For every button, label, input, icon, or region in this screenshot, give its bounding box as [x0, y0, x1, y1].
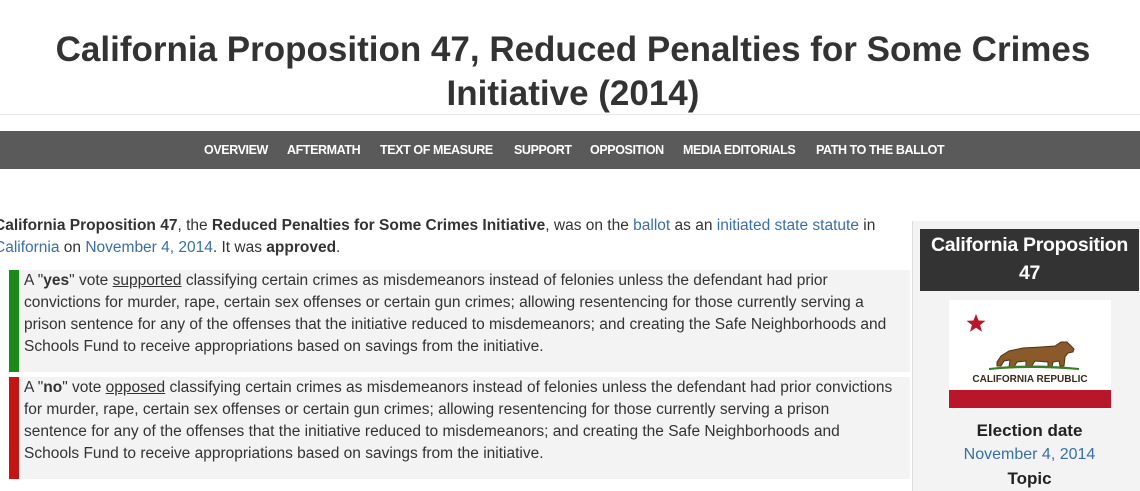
- intro-text: , was on the: [545, 217, 634, 234]
- title-divider: [0, 114, 1140, 115]
- nav-tab-aftermath[interactable]: AFTERMATH: [287, 131, 361, 169]
- measure-name: California Proposition 47: [0, 217, 178, 234]
- infobox-title: California Proposition 47: [920, 229, 1139, 291]
- initiated-state-statute-link[interactable]: initiated state statute: [717, 217, 859, 234]
- nav-tab-path-to-the-ballot[interactable]: PATH TO THE BALLOT: [816, 131, 945, 169]
- vote-text-fragment: A ": [24, 379, 44, 396]
- intro-paragraph: California Proposition 47, the Reduced P…: [0, 215, 914, 259]
- section-nav-bar: OVERVIEW AFTERMATH TEXT OF MEASURE SUPPO…: [0, 131, 1140, 169]
- intro-text: . It was: [212, 239, 267, 256]
- page-title: California Proposition 47, Reduced Penal…: [0, 28, 1140, 116]
- opposed-label: opposed: [105, 379, 166, 396]
- supported-label: supported: [112, 272, 182, 289]
- california-link[interactable]: California: [0, 239, 59, 256]
- nav-tab-overview[interactable]: OVERVIEW: [204, 131, 268, 169]
- vote-text-fragment: " vote: [62, 379, 106, 396]
- california-flag-image: CALIFORNIA REPUBLIC: [949, 300, 1111, 408]
- infobox: California Proposition 47 CALIFORNIA REP…: [912, 221, 1140, 491]
- nav-tab-opposition[interactable]: OPPOSITION: [590, 131, 664, 169]
- intro-text: in: [858, 217, 876, 234]
- initiative-name: Reduced Penalties for Some Crimes Initia…: [211, 217, 546, 234]
- yes-vote-color-bar: [9, 270, 19, 372]
- yes-vote-box: A "yes" vote supported classifying certa…: [9, 270, 910, 372]
- yes-vote-text: A "yes" vote supported classifying certa…: [24, 270, 896, 358]
- result-text: approved: [266, 239, 337, 256]
- vote-text-fragment: " vote: [69, 272, 113, 289]
- nav-tab-text-of-measure[interactable]: TEXT OF MEASURE: [380, 131, 493, 169]
- no-label: no: [43, 379, 63, 396]
- nav-tab-media-editorials[interactable]: MEDIA EDITORIALS: [683, 131, 796, 169]
- page-title-line-1: California Proposition 47, Reduced Penal…: [55, 30, 1091, 69]
- intro-text: on: [59, 239, 86, 256]
- intro-text: as an: [670, 217, 717, 234]
- yes-label: yes: [43, 272, 70, 289]
- no-vote-color-bar: [9, 377, 19, 479]
- intro-text: .: [336, 239, 341, 256]
- intro-text: , the: [177, 217, 212, 234]
- topic-label: Topic: [1007, 469, 1052, 488]
- no-vote-text: A "no" vote opposed classifying certain …: [24, 377, 896, 465]
- flag-text: CALIFORNIA REPUBLIC: [972, 374, 1087, 385]
- no-vote-box: A "no" vote opposed classifying certain …: [9, 377, 910, 479]
- election-date-link[interactable]: November 4, 2014: [85, 239, 213, 256]
- ballot-link[interactable]: ballot: [633, 217, 670, 234]
- nav-tab-support[interactable]: SUPPORT: [514, 131, 572, 169]
- election-date-label: Election date: [976, 421, 1083, 440]
- infobox-election-date-link[interactable]: November 4, 2014: [913, 446, 1140, 464]
- page-title-line-2: Initiative (2014): [446, 74, 700, 113]
- vote-text-fragment: A ": [24, 272, 44, 289]
